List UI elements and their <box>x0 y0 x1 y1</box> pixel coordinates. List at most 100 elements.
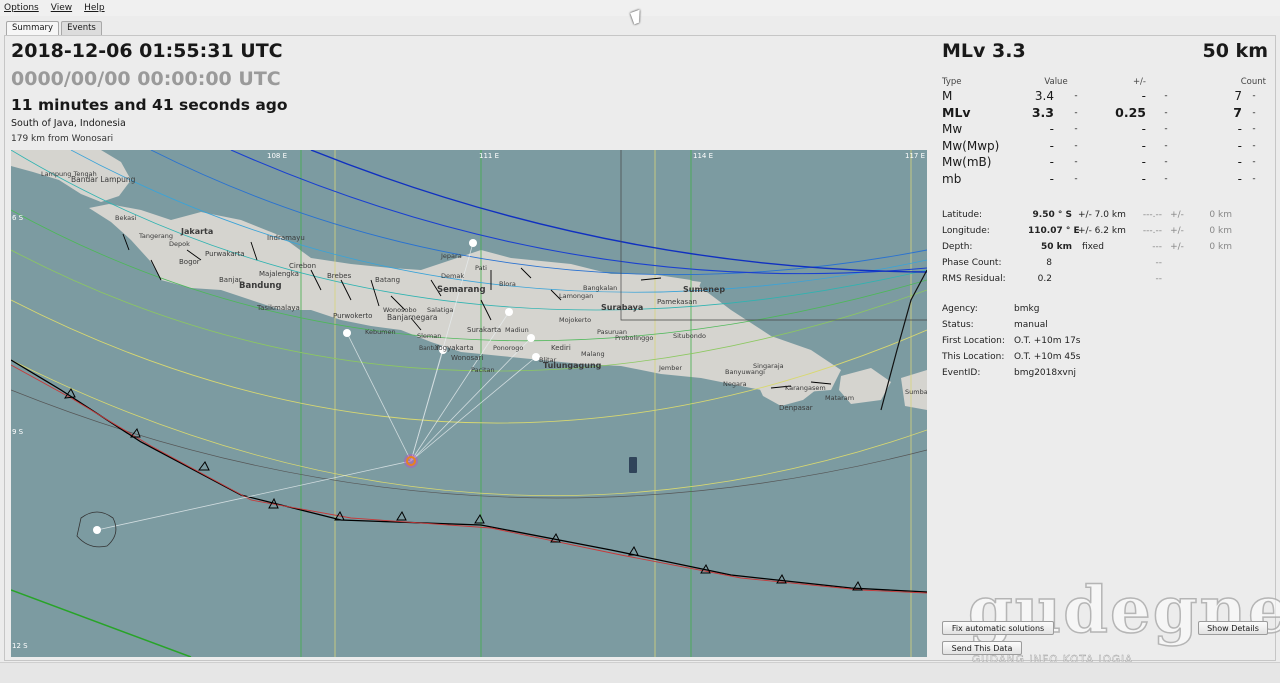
mag-dash: - <box>1074 91 1078 102</box>
depth-title: 50 km <box>1202 40 1269 62</box>
mag-dash: - <box>1164 91 1168 102</box>
city-label: Sumbawa <box>905 388 927 396</box>
status-bar <box>0 662 1280 683</box>
info-label: This Location: <box>942 352 1005 362</box>
event-map[interactable]: 108 E 111 E 114 E 117 E 6 S 9 S 12 S Ban… <box>11 150 927 657</box>
magnitude-row-mwmb[interactable]: Mw(mB) - - - - - - <box>942 154 1268 171</box>
mag-dash: - <box>1074 107 1078 118</box>
mag-value: - <box>1049 171 1054 186</box>
city-label: Surakarta <box>467 326 501 334</box>
mag-dash: - <box>1252 173 1256 184</box>
city-label: Depok <box>169 240 190 248</box>
lat-label-12s: 12 S <box>12 642 28 650</box>
info-value2: ---.-- <box>1142 210 1162 220</box>
info-value: 0.2 <box>1037 274 1052 284</box>
mag-dash: - <box>1074 124 1078 135</box>
watermark-logo: gudegnet GUDANG INFO KOTA JOGJA <box>967 575 1280 666</box>
mag-count: 7 <box>1233 105 1242 121</box>
city-label: Salatiga <box>427 306 453 314</box>
city-label: Tangerang <box>138 232 173 240</box>
city-label: Kebumen <box>365 328 396 336</box>
city-label: Bantul <box>419 345 439 352</box>
info-uncertainty: fixed <box>1082 242 1104 252</box>
lon-label-108: 108 E <box>267 152 287 160</box>
magnitude-row-m[interactable]: M 3.4 - - - 7 - <box>942 88 1268 105</box>
info-label: Status: <box>942 320 974 330</box>
info-value: O.T. +10m 17s <box>1014 336 1081 346</box>
mag-uncertainty: - <box>1141 138 1146 153</box>
tab-summary[interactable]: Summary <box>6 21 60 35</box>
city-label: Banjarnegara <box>387 313 438 322</box>
longitude-row: Longitude: 110.07 ° E+/- 6.2 km ---.-- +/- 0… <box>942 226 1232 236</box>
fix-automatic-button[interactable]: Fix automatic solutions <box>942 621 1054 635</box>
info-label: Agency: <box>942 304 978 314</box>
info-pm: +/- <box>1170 242 1184 252</box>
status-row: Status: manual <box>942 320 1048 330</box>
mag-dash: - <box>1252 140 1256 151</box>
depth-row: Depth: 50 km fixed --- +/- 0 km <box>942 242 1232 252</box>
city-label: Jepara <box>440 252 462 260</box>
show-details-button[interactable]: Show Details <box>1198 621 1268 635</box>
magnitude-row-mwp[interactable]: Mw(Mwp) - - - - - - <box>942 138 1268 155</box>
mag-dash: - <box>1074 173 1078 184</box>
info-label: Latitude: <box>942 210 983 220</box>
info-value: 9.50 ° S <box>1032 210 1072 220</box>
magnitude-row-mw[interactable]: Mw - - - - - - <box>942 121 1268 138</box>
city-label: Jakarta <box>180 227 213 236</box>
city-label: Denpasar <box>779 404 813 412</box>
city-label: Kediri <box>551 344 571 352</box>
region-name: South of Java, Indonesia <box>11 118 126 129</box>
mag-type: MLv <box>942 105 971 121</box>
mag-count: - <box>1237 122 1242 137</box>
col-type: Type <box>942 77 962 87</box>
mag-count: 7 <box>1234 89 1242 104</box>
lon-label-111: 111 E <box>479 152 499 160</box>
latitude-row: Latitude: 9.50 ° S +/- 7.0 km ---.-- +/- 0 km <box>942 210 1232 220</box>
info-unc2: 0 km <box>1209 226 1232 236</box>
mag-type: M <box>942 89 953 104</box>
city-label: Mojokerto <box>559 316 591 324</box>
city-label: Bandung <box>239 281 282 291</box>
city-label: Purwokerto <box>333 312 372 320</box>
mag-count: - <box>1237 171 1242 186</box>
first-location-row: First Location: O.T. +10m 17s <box>942 336 1081 346</box>
magnitude-table: Type Value +/- Count M 3.4 - - - 7 - MLv… <box>942 76 1268 187</box>
mag-value: - <box>1049 138 1054 153</box>
magnitude-table-header: Type Value +/- Count <box>942 76 1268 88</box>
mag-dash: - <box>1164 140 1168 151</box>
mag-value: 3.4 <box>1034 89 1054 104</box>
city-label: Blitar <box>539 356 557 364</box>
rms-residual-row: RMS Residual: 0.2 -- <box>942 274 1162 284</box>
origin-time: 2018-12-06 01:55:31 UTC <box>11 40 283 62</box>
magnitude-row-mb[interactable]: mb - - - - - - <box>942 171 1268 188</box>
magnitude-row-mlv[interactable]: MLv 3.3 - 0.25 - 7 - <box>942 105 1268 122</box>
menu-help[interactable]: Help <box>84 3 105 13</box>
mag-value: - <box>1049 155 1054 170</box>
city-label: Bangkalan <box>583 284 617 292</box>
this-location-row: This Location: O.T. +10m 45s <box>942 352 1081 362</box>
city-label: Surabaya <box>601 303 643 312</box>
info-label: RMS Residual: <box>942 274 1006 284</box>
city-label: Brebes <box>327 272 352 280</box>
col-count: Count <box>1240 77 1266 87</box>
agency-row: Agency: bmkg <box>942 304 1039 314</box>
city-label: Mataram <box>825 394 854 402</box>
city-label: Karangasem <box>785 384 826 392</box>
mag-uncertainty: - <box>1141 155 1146 170</box>
secondary-time: 0000/00/00 00:00:00 UTC <box>11 68 281 90</box>
city-label: Pamekasan <box>657 298 697 306</box>
mag-dash: - <box>1252 124 1256 135</box>
info-value2: -- <box>1155 258 1163 268</box>
send-data-button[interactable]: Send This Data <box>942 641 1022 655</box>
city-label: Jember <box>658 364 682 372</box>
info-value: 50 km <box>1040 242 1072 252</box>
tab-events[interactable]: Events <box>61 21 102 35</box>
menu-options[interactable]: Options <box>4 3 39 13</box>
menu-view[interactable]: View <box>51 3 72 13</box>
mag-dash: - <box>1074 140 1078 151</box>
info-value2: ---.-- <box>1142 226 1162 236</box>
mag-type: Mw(Mwp) <box>942 138 1000 153</box>
mag-count: - <box>1237 138 1242 153</box>
mag-uncertainty: - <box>1141 122 1146 137</box>
city-label: Ponorogo <box>493 344 523 352</box>
